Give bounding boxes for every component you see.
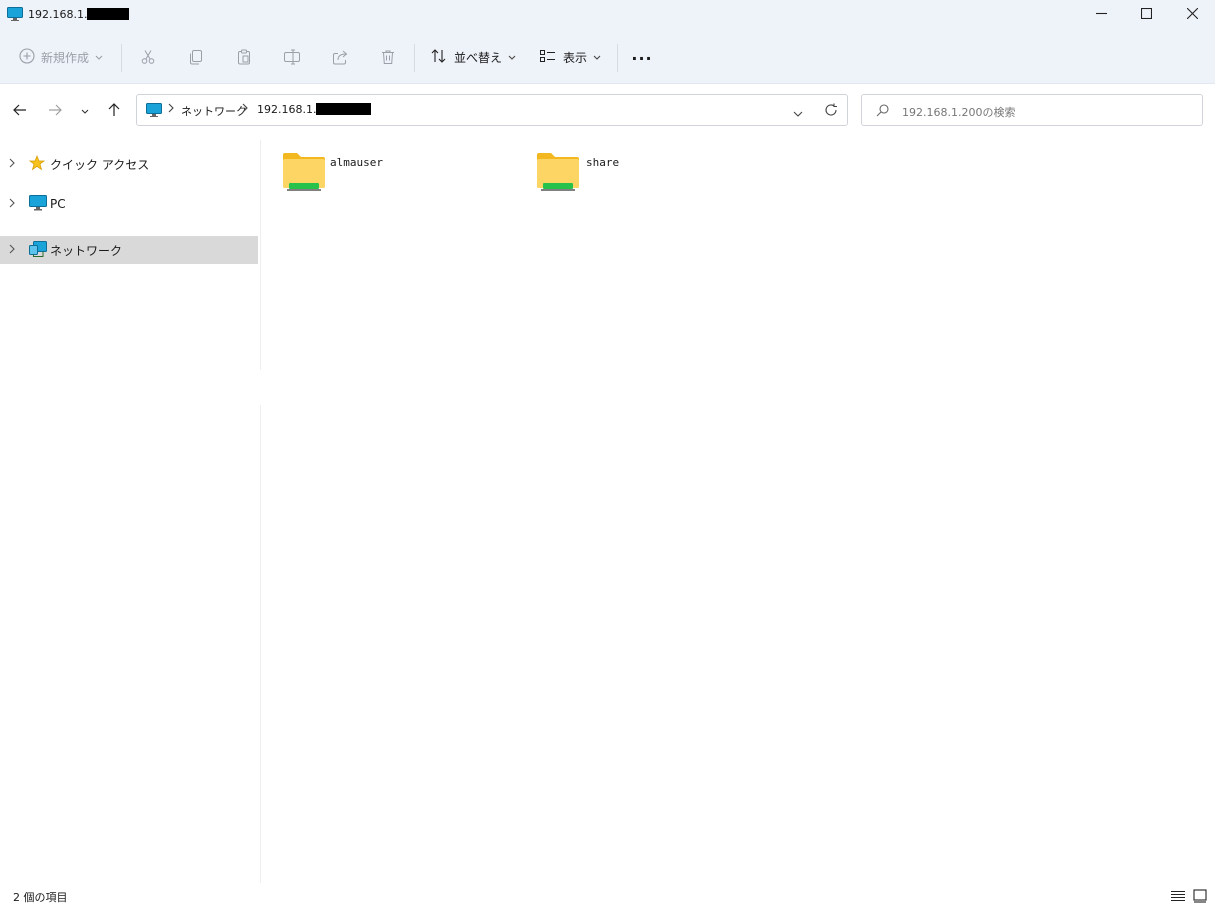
copy-icon: [188, 49, 204, 68]
forward-button[interactable]: [42, 98, 68, 124]
share-icon: [332, 49, 348, 68]
share-button[interactable]: [325, 44, 355, 72]
large-icons-view-icon[interactable]: [1193, 889, 1207, 906]
delete-button[interactable]: [373, 44, 403, 72]
sidebar-item-label: クイック アクセス: [50, 157, 150, 172]
pc-icon: [29, 194, 47, 214]
search-icon: [876, 104, 889, 120]
close-button[interactable]: [1169, 0, 1215, 30]
folder-name: almauser: [330, 156, 383, 169]
up-button[interactable]: [101, 98, 127, 124]
minimize-button[interactable]: [1078, 0, 1124, 30]
shared-folder-icon: [282, 152, 326, 195]
search-box[interactable]: 192.168.1.200の検索: [861, 94, 1203, 126]
search-placeholder: 192.168.1.200の検索: [902, 106, 1016, 119]
recent-locations-button[interactable]: [72, 98, 98, 124]
sort-arrows-icon: [430, 48, 448, 67]
rename-button[interactable]: [277, 44, 307, 72]
sidebar-item-pc[interactable]: PC: [0, 190, 258, 218]
toolbar-separator: [121, 44, 122, 72]
sidebar-item-label: ネットワーク: [50, 243, 123, 258]
star-icon: [28, 154, 46, 174]
paste-button[interactable]: [229, 44, 259, 72]
shared-folder-icon: [536, 152, 580, 195]
sidebar-item-label: PC: [50, 197, 66, 211]
toolbar-divider: [0, 83, 1215, 84]
more-options-button[interactable]: ···: [627, 44, 657, 72]
breadcrumb-chevron-icon: [168, 102, 174, 116]
pane-divider[interactable]: [260, 405, 261, 883]
copy-button[interactable]: [181, 44, 211, 72]
clipboard-icon: [236, 49, 252, 68]
close-icon: [1186, 7, 1198, 22]
back-button[interactable]: [7, 98, 33, 124]
status-item-count: 2 個の項目: [13, 891, 68, 904]
address-bar[interactable]: ネットワーク 192.168.1.: [136, 94, 848, 126]
view-list-icon: [539, 48, 557, 67]
cut-button[interactable]: [133, 44, 163, 72]
toolbar-separator: [617, 44, 618, 72]
chevron-down-icon: [593, 50, 601, 64]
folder-item[interactable]: share: [536, 148, 776, 198]
maximize-button[interactable]: [1123, 0, 1169, 30]
breadcrumb-network[interactable]: ネットワーク: [181, 103, 247, 119]
folder-name: share: [586, 156, 620, 169]
new-button[interactable]: 新規作成: [19, 40, 103, 74]
expand-chevron-icon[interactable]: [9, 197, 19, 211]
details-view-icon[interactable]: [1171, 890, 1185, 905]
rename-icon: [283, 49, 301, 68]
chevron-down-icon: [508, 50, 516, 64]
scissors-icon: [140, 49, 156, 68]
trash-icon: [380, 49, 396, 68]
folder-item[interactable]: almauser: [282, 148, 522, 198]
minimize-icon: [1095, 8, 1107, 22]
new-button-label: 新規作成: [41, 50, 90, 65]
breadcrumb-chevron-icon: [242, 102, 248, 116]
arrow-left-icon: [13, 104, 27, 119]
plus-circle-icon: [19, 47, 35, 67]
pane-divider[interactable]: [260, 140, 261, 370]
address-history-chevron-icon[interactable]: [793, 107, 803, 121]
chevron-down-icon: [81, 104, 89, 118]
view-button-label: 表示: [563, 50, 588, 65]
view-button[interactable]: 表示: [539, 40, 601, 74]
sort-button[interactable]: 並べ替え: [430, 40, 516, 74]
chevron-down-icon: [95, 50, 103, 64]
monitor-icon: [146, 103, 162, 120]
sidebar-item-quick-access[interactable]: クイック アクセス: [0, 150, 258, 178]
expand-chevron-icon[interactable]: [9, 243, 19, 257]
arrow-right-icon: [48, 104, 62, 119]
breadcrumb-host[interactable]: 192.168.1.: [257, 103, 372, 116]
toolbar-separator: [414, 44, 415, 72]
window-title: 192.168.1.: [28, 8, 130, 21]
refresh-icon[interactable]: [824, 103, 838, 120]
expand-chevron-icon[interactable]: [9, 157, 19, 171]
monitor-icon: [7, 7, 23, 21]
maximize-icon: [1140, 7, 1152, 22]
sidebar-item-network[interactable]: ネットワーク: [0, 236, 258, 264]
sort-button-label: 並べ替え: [454, 50, 503, 65]
arrow-up-icon: [108, 102, 120, 120]
network-icon: [29, 240, 47, 260]
more-dots-icon: ···: [631, 48, 653, 68]
